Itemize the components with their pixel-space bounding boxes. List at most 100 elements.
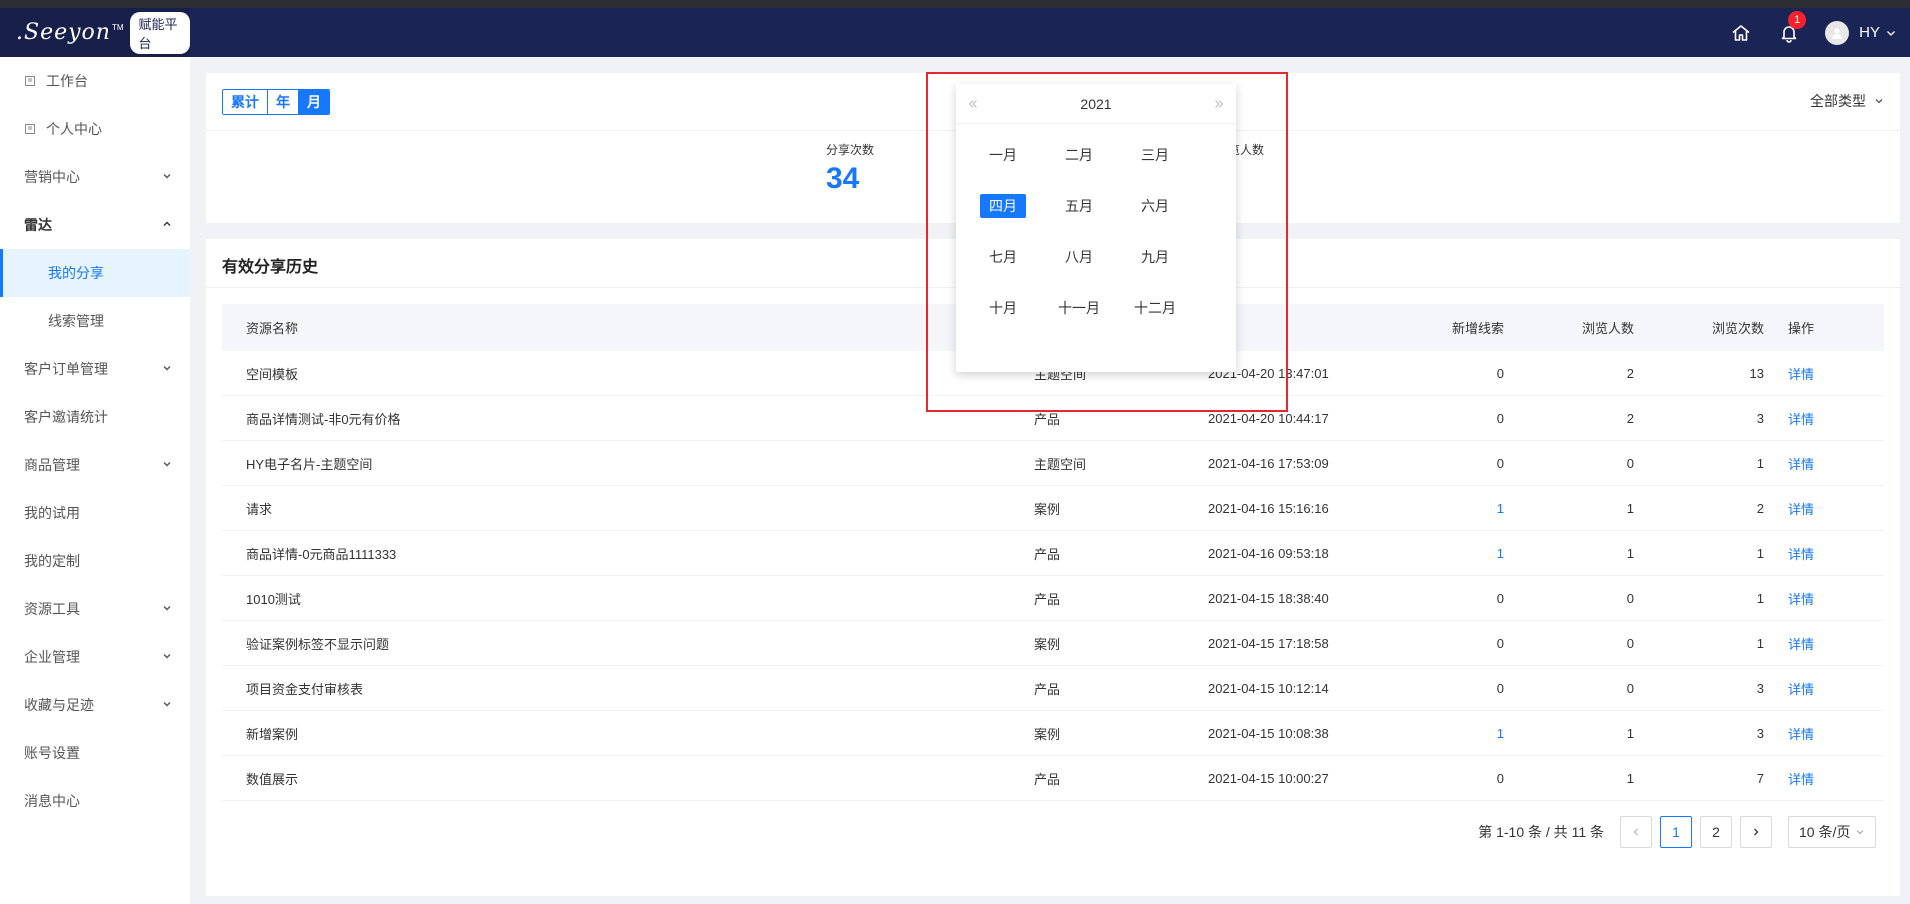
sidebar: 工作台 个人中心 营销中心 雷达 我的分享 线索管理 客户订单管理 客户邀请统计… bbox=[0, 57, 190, 904]
sidebar-item-label: 营销中心 bbox=[24, 169, 80, 185]
home-icon[interactable] bbox=[1729, 21, 1753, 45]
cell-time: 2021-04-16 09:53:18 bbox=[1208, 545, 1329, 561]
detail-link[interactable]: 详情 bbox=[1788, 396, 1814, 440]
prev-year-icon[interactable] bbox=[964, 95, 982, 113]
column-header-name[interactable]: 资源名称 bbox=[246, 304, 298, 351]
month-cell-3[interactable]: 三月 bbox=[1125, 143, 1185, 167]
avatar[interactable] bbox=[1825, 20, 1850, 45]
page-size-select[interactable]: 10 条/页 bbox=[1788, 816, 1876, 848]
month-cell-8[interactable]: 八月 bbox=[1049, 245, 1109, 269]
cell-resource-name: 数值展示 bbox=[246, 771, 299, 787]
sidebar-item-label: 我的试用 bbox=[24, 505, 80, 521]
column-header-views[interactable]: 浏览次数 bbox=[1712, 304, 1764, 351]
sidebar-item-label: 账号设置 bbox=[24, 745, 80, 761]
detail-link[interactable]: 详情 bbox=[1788, 576, 1814, 620]
detail-link[interactable]: 详情 bbox=[1788, 351, 1814, 395]
sidebar-item-my-shares[interactable]: 我的分享 bbox=[0, 249, 190, 297]
chevron-down-icon bbox=[1856, 830, 1864, 835]
page-size-value: 10 条/页 bbox=[1799, 824, 1851, 840]
month-cell-6[interactable]: 六月 bbox=[1125, 194, 1185, 218]
sidebar-item-lead-management[interactable]: 线索管理 bbox=[0, 297, 190, 345]
detail-link[interactable]: 详情 bbox=[1788, 531, 1814, 575]
cell-time: 2021-04-15 10:12:14 bbox=[1208, 680, 1329, 696]
window-top-strip bbox=[0, 0, 1910, 8]
cell-views: 3 bbox=[1756, 725, 1764, 741]
detail-link[interactable]: 详情 bbox=[1788, 441, 1814, 485]
detail-link[interactable]: 详情 bbox=[1788, 486, 1814, 530]
sidebar-item-enterprise-management[interactable]: 企业管理 bbox=[0, 633, 190, 681]
bookmark-icon bbox=[24, 123, 36, 135]
column-header-new-leads[interactable]: 新增线索 bbox=[1452, 304, 1504, 351]
sidebar-item-marketing-center[interactable]: 营销中心 bbox=[0, 153, 190, 201]
cell-new-leads: 1 bbox=[1496, 725, 1504, 741]
page-button-1[interactable]: 1 bbox=[1660, 816, 1692, 848]
period-year-button[interactable]: 年 bbox=[267, 90, 298, 114]
sidebar-item-workbench[interactable]: 工作台 bbox=[0, 57, 190, 105]
sidebar-item-account-settings[interactable]: 账号设置 bbox=[0, 729, 190, 777]
next-page-button[interactable] bbox=[1740, 816, 1772, 848]
sidebar-item-label: 收藏与足迹 bbox=[24, 697, 94, 713]
period-month-button[interactable]: 月 bbox=[298, 90, 329, 114]
detail-link[interactable]: 详情 bbox=[1788, 711, 1814, 755]
detail-link[interactable]: 详情 bbox=[1788, 621, 1814, 665]
sidebar-item-label: 我的分享 bbox=[48, 265, 104, 281]
month-cell-7[interactable]: 七月 bbox=[973, 245, 1033, 269]
month-cell-2[interactable]: 二月 bbox=[1049, 143, 1109, 167]
table-row: 1010测试 产品 2021-04-15 18:38:40 0 0 1 详情 bbox=[222, 576, 1884, 621]
period-segmented-control: 累计 年 月 bbox=[222, 89, 330, 115]
chevron-down-icon[interactable] bbox=[1886, 28, 1896, 38]
sidebar-item-personal-center[interactable]: 个人中心 bbox=[0, 105, 190, 153]
sidebar-item-label: 工作台 bbox=[46, 73, 88, 89]
detail-link[interactable]: 详情 bbox=[1788, 756, 1814, 800]
chevron-down-icon bbox=[162, 699, 172, 709]
notification-bell-icon[interactable]: 1 bbox=[1777, 10, 1807, 45]
chevron-up-icon bbox=[162, 219, 172, 229]
sidebar-item-favorites-history[interactable]: 收藏与足迹 bbox=[0, 681, 190, 729]
detail-link[interactable]: 详情 bbox=[1788, 666, 1814, 710]
logo[interactable]: .Seeyon TM 赋能平台 bbox=[0, 8, 190, 57]
cell-new-leads: 1 bbox=[1496, 500, 1504, 516]
table-row: 项目资金支付审核表 产品 2021-04-15 10:12:14 0 0 3 详情 bbox=[222, 666, 1884, 711]
month-cell-9[interactable]: 九月 bbox=[1125, 245, 1185, 269]
cell-resource-name: 新增案例 bbox=[246, 726, 299, 742]
table-row: HY电子名片-主题空间 主题空间 2021-04-16 17:53:09 0 0 1 详情 bbox=[222, 441, 1884, 486]
cell-type: 产品 bbox=[1034, 591, 1061, 607]
sidebar-item-customer-invites[interactable]: 客户邀请统计 bbox=[0, 393, 190, 441]
sidebar-item-customer-orders[interactable]: 客户订单管理 bbox=[0, 345, 190, 393]
cell-visitors: 1 bbox=[1626, 500, 1634, 516]
column-header-visitors[interactable]: 浏览人数 bbox=[1582, 304, 1634, 351]
chevron-down-icon bbox=[162, 651, 172, 661]
month-cell-10[interactable]: 十月 bbox=[973, 296, 1033, 320]
sidebar-item-radar[interactable]: 雷达 bbox=[0, 201, 190, 249]
month-cell-11[interactable]: 十一月 bbox=[1049, 296, 1109, 320]
sidebar-item-label: 客户邀请统计 bbox=[24, 409, 108, 425]
type-filter-select[interactable]: 全部类型 bbox=[1810, 91, 1884, 111]
prev-page-button[interactable] bbox=[1620, 816, 1652, 848]
month-picker-year[interactable]: 2021 bbox=[1080, 96, 1111, 112]
cell-resource-name: 请求 bbox=[246, 501, 273, 517]
cell-visitors: 2 bbox=[1626, 365, 1634, 381]
cell-type: 产品 bbox=[1034, 771, 1061, 787]
month-cell-4[interactable]: 四月 bbox=[980, 194, 1026, 218]
cell-visitors: 1 bbox=[1626, 545, 1634, 561]
sidebar-item-resource-tools[interactable]: 资源工具 bbox=[0, 585, 190, 633]
month-cell-5[interactable]: 五月 bbox=[1049, 194, 1109, 218]
table-row: 商品详情-0元商品1111333 产品 2021-04-16 09:53:18 1 1 1… bbox=[222, 531, 1884, 576]
cell-time: 2021-04-16 15:16:16 bbox=[1208, 500, 1329, 516]
cell-visitors: 2 bbox=[1626, 410, 1634, 426]
cell-views: 1 bbox=[1756, 545, 1764, 561]
sidebar-item-my-trials[interactable]: 我的试用 bbox=[0, 489, 190, 537]
month-cell-1[interactable]: 一月 bbox=[973, 143, 1033, 167]
month-cell-12[interactable]: 十二月 bbox=[1125, 296, 1185, 320]
type-filter-value: 全部类型 bbox=[1810, 93, 1866, 109]
period-cumulative-button[interactable]: 累计 bbox=[223, 90, 267, 114]
page-button-2[interactable]: 2 bbox=[1700, 816, 1732, 848]
sidebar-item-product-management[interactable]: 商品管理 bbox=[0, 441, 190, 489]
sidebar-item-message-center[interactable]: 消息中心 bbox=[0, 777, 190, 825]
next-year-icon[interactable] bbox=[1210, 95, 1228, 113]
user-name[interactable]: HY bbox=[1859, 24, 1880, 41]
cell-type: 产品 bbox=[1034, 681, 1061, 697]
cell-new-leads: 0 bbox=[1496, 455, 1504, 471]
cell-views: 7 bbox=[1756, 770, 1764, 786]
sidebar-item-my-customizations[interactable]: 我的定制 bbox=[0, 537, 190, 585]
